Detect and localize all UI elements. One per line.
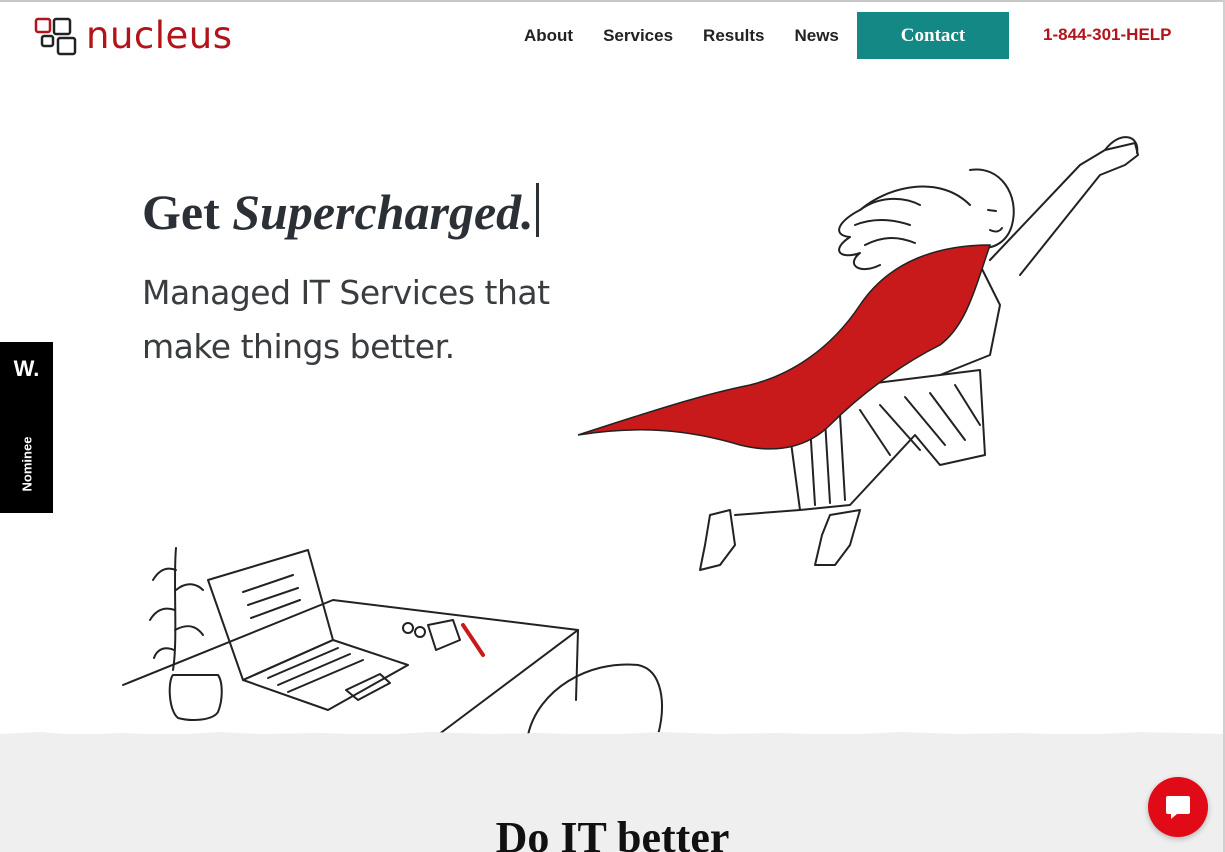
main-nav: About Services Results News bbox=[508, 12, 869, 59]
award-label: Nominee bbox=[19, 436, 35, 492]
typing-caret bbox=[535, 183, 539, 237]
red-cape-shape bbox=[577, 244, 992, 450]
chat-bubble-icon bbox=[1166, 796, 1190, 819]
section-heading: Do IT better bbox=[495, 813, 730, 852]
award-badge[interactable]: W. Nominee bbox=[0, 342, 53, 513]
chat-button[interactable] bbox=[1148, 777, 1208, 837]
nav-services[interactable]: Services bbox=[603, 26, 673, 46]
hero-subhead: Managed IT Services that make things bet… bbox=[142, 273, 550, 366]
nav-news[interactable]: News bbox=[794, 26, 838, 46]
logo-text: nucleus bbox=[86, 14, 233, 57]
logo-link[interactable]: nucleus bbox=[34, 16, 233, 56]
red-pen-shape bbox=[461, 623, 485, 657]
nav-results[interactable]: Results bbox=[703, 26, 764, 46]
award-mark: W. bbox=[13, 356, 40, 381]
nucleus-squares-logo-icon bbox=[34, 17, 77, 56]
page: nucleus About Services Results News Cont… bbox=[0, 0, 1225, 852]
hero-headline: Get Supercharged. bbox=[142, 180, 539, 244]
top-border bbox=[0, 0, 1225, 2]
phone-link[interactable]: 1-844-301-HELP bbox=[1043, 25, 1172, 45]
headline-emphasis: Supercharged. bbox=[232, 184, 534, 240]
headline-prefix: Get bbox=[142, 184, 233, 240]
flying-superhero-illustration bbox=[577, 136, 1139, 571]
torn-edge-divider bbox=[0, 732, 1225, 740]
contact-button[interactable]: Contact bbox=[857, 12, 1009, 59]
desk-laptop-illustration bbox=[122, 547, 663, 736]
nav-about[interactable]: About bbox=[524, 26, 573, 46]
